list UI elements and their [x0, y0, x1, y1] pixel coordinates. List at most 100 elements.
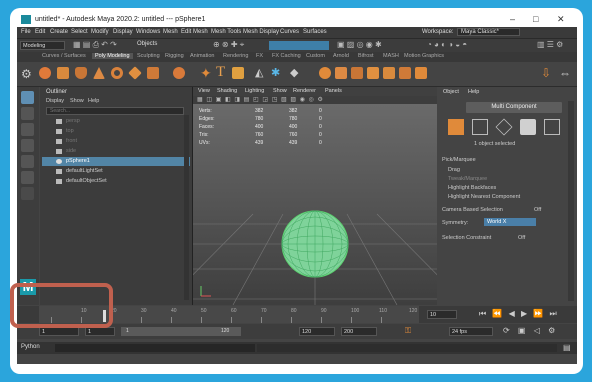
shelf-tab-mash[interactable]: MASH [380, 53, 402, 59]
outliner-item-defaultobjectset[interactable]: defaultObjectSet [42, 177, 190, 186]
menu-mesh-tools[interactable]: Mesh Tools [211, 29, 241, 35]
vertex-mode-icon[interactable] [472, 119, 488, 135]
shelf-tab-fx[interactable]: FX [253, 53, 266, 59]
viewport-panel[interactable]: View Shading Lighting Show Renderer Pane… [193, 87, 437, 305]
vp-menu-shading[interactable]: Shading [217, 88, 237, 94]
poly-cylinder-icon[interactable] [75, 67, 87, 79]
pick-marquee-section[interactable]: Pick/Marquee [442, 157, 476, 163]
range-bar[interactable]: 1 120 [121, 327, 241, 336]
insert-edge-loop-icon[interactable] [415, 67, 427, 79]
shelf-tab-animation[interactable]: Animation [187, 53, 217, 59]
bridge-icon[interactable] [335, 67, 347, 79]
shelf-tab-sculpting[interactable]: Sculpting [134, 53, 163, 59]
selection-mask-icons[interactable] [269, 41, 329, 50]
shelf-tab-fx-caching[interactable]: FX Caching [269, 53, 304, 59]
playback-start-field[interactable]: 1 [85, 327, 115, 336]
outliner-scrollbar[interactable] [184, 115, 189, 300]
highlight-nearest-checkbox[interactable]: Highlight Nearest Component [448, 194, 520, 200]
shelf-tab-arnold[interactable]: Arnold [330, 53, 352, 59]
select-tool-icon[interactable] [21, 91, 34, 104]
separate-icon[interactable]: ✱ [271, 66, 280, 79]
lasso-tool-icon[interactable] [21, 107, 34, 120]
shelf-tab-custom[interactable]: Custom [303, 53, 328, 59]
face-mode-icon[interactable] [520, 119, 536, 135]
combine-icon[interactable]: ◭ [255, 66, 263, 79]
menu-mesh-display[interactable]: Mesh Display [243, 29, 279, 35]
key-icon[interactable]: ⚿ [405, 326, 411, 336]
camera-based-value[interactable]: Off [534, 207, 541, 213]
shelf-tab-motion-graphics[interactable]: Motion Graphics [401, 53, 447, 59]
shelf-tab-curves[interactable]: Curves / Surfaces [39, 53, 89, 59]
close-icon[interactable]: ✕ [557, 14, 565, 25]
playback-end-field[interactable]: 120 [299, 327, 335, 336]
menu-mesh[interactable]: Mesh [163, 29, 178, 35]
poly-sphere-icon[interactable] [39, 67, 51, 79]
fill-hole-icon[interactable] [367, 67, 379, 79]
outliner-item-front[interactable]: front [42, 137, 190, 146]
edge-mode-icon[interactable] [495, 118, 513, 136]
symmetry-select[interactable]: World X [484, 218, 537, 226]
anim-end-field[interactable]: 200 [341, 327, 377, 336]
camera-based-selection[interactable]: Camera Based Selection [442, 207, 503, 213]
vp-menu-lighting[interactable]: Lighting [245, 88, 264, 94]
poly-cube-icon[interactable] [57, 67, 69, 79]
poly-cone-icon[interactable] [93, 67, 105, 79]
menu-modify[interactable]: Modify [91, 29, 109, 35]
menu-create[interactable]: Create [50, 29, 68, 35]
attr-tab-help[interactable]: Help [468, 89, 479, 95]
extrude-icon[interactable] [319, 67, 331, 79]
outliner-item-persp[interactable]: persp [42, 117, 190, 126]
outliner-item-side[interactable]: side [42, 147, 190, 156]
snap-icons[interactable]: ⊕ ⊗ ✚ ⌖ [213, 40, 244, 50]
outliner-item-psphere1[interactable]: pSphere1 [42, 157, 190, 166]
mode-select[interactable]: Modeling [20, 41, 65, 50]
script-editor-icon[interactable]: ▤ [563, 343, 571, 352]
object-mode-icon[interactable] [448, 119, 464, 135]
fps-select[interactable]: 24 fps [449, 327, 493, 336]
paint-select-icon[interactable] [21, 123, 34, 136]
command-input[interactable] [55, 344, 255, 352]
layout-icon[interactable] [21, 187, 34, 200]
outliner-item-defaultlightset[interactable]: defaultLightSet [42, 167, 190, 176]
range-tool-icons[interactable]: ⟳ ▣ ◁ ⚙ [503, 326, 558, 335]
file-icons[interactable]: ▦ ▤ ⎙ ↶ ↷ [73, 40, 117, 50]
outliner-item-top[interactable]: top [42, 127, 190, 136]
shelf-tab-rendering[interactable]: Rendering [220, 53, 251, 59]
viewport-toolbar-icons[interactable]: ▦ ◫ ▣ ◧ ◨ ▤ ◰ ◲ ◳ ▧ ▨ ◉ ◎ ⚙ [197, 96, 324, 103]
bevel-icon[interactable] [351, 67, 363, 79]
svg-tool-icon[interactable] [232, 67, 244, 79]
vp-menu-view[interactable]: View [198, 88, 210, 94]
poly-plane-icon[interactable] [128, 66, 142, 80]
text-tool-icon[interactable]: T [216, 64, 225, 81]
menu-select[interactable]: Select [71, 29, 88, 35]
move-tool-icon[interactable] [21, 139, 34, 152]
shelf-tab-rigging[interactable]: Rigging [162, 53, 187, 59]
menu-surfaces[interactable]: Surfaces [303, 29, 327, 35]
minimize-icon[interactable]: – [510, 14, 515, 24]
command-language-label[interactable]: Python [21, 344, 40, 350]
scale-tool-icon[interactable] [21, 171, 34, 184]
history-icons[interactable]: ◔ ◕ ◐ ◑ ◒ ◓ [427, 40, 467, 49]
current-frame-field[interactable]: 10 [427, 310, 457, 319]
menu-display[interactable]: Display [113, 29, 133, 35]
menu-file[interactable]: File [21, 29, 31, 35]
uv-mode-icon[interactable] [544, 119, 560, 135]
outliner-search-input[interactable]: Search... [46, 107, 184, 115]
highlight-backfaces-checkbox[interactable]: Highlight Backfaces [448, 185, 496, 191]
selection-constraint-value[interactable]: Off [518, 235, 525, 241]
shelf-arrow-icon[interactable]: ⇩ [541, 66, 551, 80]
tweak-marquee-option[interactable]: Tweak/Marquee [448, 176, 487, 182]
rotate-tool-icon[interactable] [21, 155, 34, 168]
multi-component-button[interactable]: Multi Component [466, 102, 562, 113]
menu-windows[interactable]: Windows [136, 29, 160, 35]
panel-icons[interactable]: ▥ ☰ ⚙ [537, 40, 563, 49]
outliner-menu-display[interactable]: Display [46, 98, 64, 104]
maximize-icon[interactable]: □ [533, 14, 538, 24]
shelf-more-icon[interactable]: ⇔ [559, 66, 571, 80]
shelf-gear-icon[interactable]: ⚙ [21, 67, 32, 81]
poly-disc-icon[interactable] [147, 67, 159, 79]
vp-menu-panels[interactable]: Panels [325, 88, 342, 94]
menu-curves[interactable]: Curves [280, 29, 299, 35]
outliner-menu-show[interactable]: Show [70, 98, 84, 104]
menu-edit[interactable]: Edit [35, 29, 45, 35]
